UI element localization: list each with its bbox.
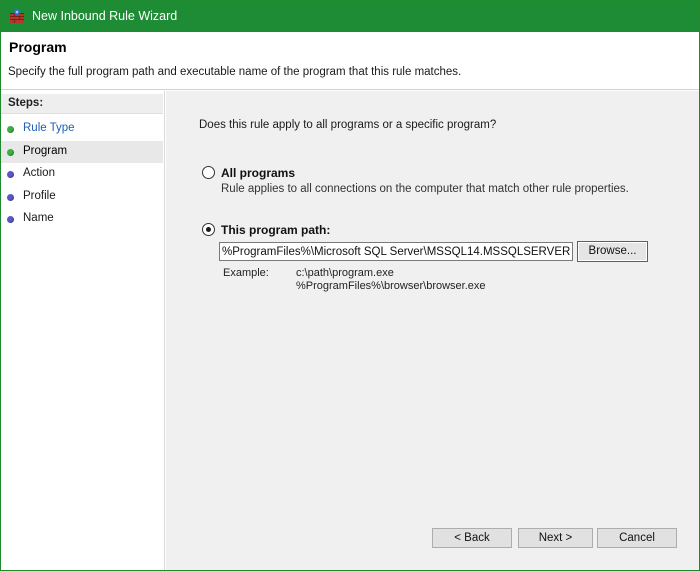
step-name: Name [1,208,163,230]
browse-button[interactable]: Browse... [577,241,648,262]
scope-question: Does this rule apply to all programs or … [199,119,497,131]
program-path-label[interactable]: This program path: [221,223,330,237]
step-pending-dot-icon [7,194,14,201]
all-programs-description: Rule applies to all connections on the c… [221,183,629,195]
program-path-input[interactable] [219,242,573,261]
cancel-button[interactable]: Cancel [597,528,677,548]
window-title: New Inbound Rule Wizard [32,9,178,23]
page-title: Program [9,39,67,55]
example-path-line: %ProgramFiles%\browser\browser.exe [296,280,486,292]
step-current-dot-icon [7,149,14,156]
step-label: Profile [23,190,56,202]
next-button[interactable]: Next > [518,528,593,548]
step-complete-dot-icon [7,126,14,133]
step-label: Program [23,145,68,157]
step-pending-dot-icon [7,216,14,223]
title-bar[interactable]: New Inbound Rule Wizard [1,1,699,32]
step-profile: Profile [1,186,163,208]
content-panel: Does this rule apply to all programs or … [166,91,699,570]
step-program[interactable]: Program [1,141,163,163]
page-description: Specify the full program path and execut… [8,66,462,78]
step-label: Rule Type [23,122,75,134]
step-rule-type[interactable]: Rule Type [1,118,163,140]
program-path-radio[interactable] [202,223,215,236]
steps-title: Steps: [1,94,163,114]
example-label: Example: [223,267,269,279]
step-pending-dot-icon [7,171,14,178]
steps-panel: Steps: Rule Type Program Action Profile … [1,91,165,570]
step-label: Action [23,167,55,179]
back-button[interactable]: < Back [432,528,512,548]
page-header: Program Specify the full program path an… [1,32,699,90]
wizard-window: New Inbound Rule Wizard Program Specify … [0,0,700,571]
firewall-icon [9,8,25,24]
step-label: Name [23,212,54,224]
step-action: Action [1,163,163,185]
example-path-line: c:\path\program.exe [296,267,394,279]
all-programs-label[interactable]: All programs [221,166,295,180]
all-programs-radio[interactable] [202,166,215,179]
